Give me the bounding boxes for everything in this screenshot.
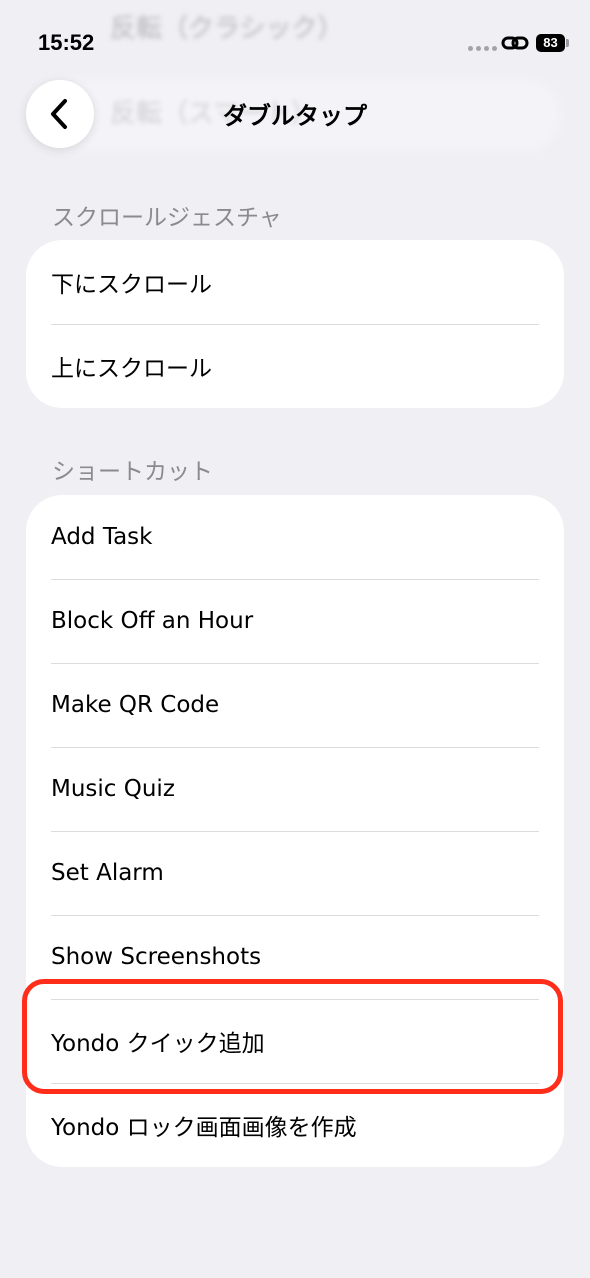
list-item-scroll-up[interactable]: 上にスクロール bbox=[26, 324, 564, 408]
battery-tip bbox=[566, 39, 569, 47]
list-item-label: 下にスクロール bbox=[51, 272, 212, 298]
list-item-label: Yondo ロック画面画像を作成 bbox=[51, 1115, 357, 1141]
page-title: ダブルタップ bbox=[223, 102, 367, 130]
highlight-box bbox=[22, 979, 563, 1094]
shortcut-item[interactable]: Set Alarm bbox=[26, 831, 564, 915]
status-bar: 15:52 83 bbox=[0, 0, 590, 72]
list-item-label: Show Screenshots bbox=[51, 944, 262, 970]
list-item-label: 上にスクロール bbox=[51, 356, 212, 382]
list-item-label: Music Quiz bbox=[51, 776, 175, 802]
status-time: 15:52 bbox=[38, 30, 95, 55]
shortcut-item[interactable]: Music Quiz bbox=[26, 747, 564, 831]
list-item-label: Block Off an Hour bbox=[51, 608, 254, 634]
list-item-label: Set Alarm bbox=[51, 860, 164, 886]
shortcut-item[interactable]: Make QR Code bbox=[26, 663, 564, 747]
battery-icon: 83 bbox=[536, 34, 565, 52]
scroll-gesture-list: 下にスクロール 上にスクロール bbox=[26, 240, 564, 408]
shortcut-item[interactable]: Add Task bbox=[26, 495, 564, 579]
section-header-scroll: スクロールジェスチャ bbox=[52, 205, 282, 231]
section-header-shortcuts: ショートカット bbox=[52, 459, 213, 485]
list-item-scroll-down[interactable]: 下にスクロール bbox=[26, 240, 564, 324]
list-item-label: Make QR Code bbox=[51, 692, 220, 718]
cellular-dots-icon bbox=[468, 46, 497, 51]
shortcut-item[interactable]: Block Off an Hour bbox=[26, 579, 564, 663]
personal-hotspot-link-icon bbox=[501, 36, 529, 50]
shortcut-item[interactable]: Yondo ロック画面画像を作成 bbox=[26, 1083, 564, 1167]
list-item-label: Add Task bbox=[51, 524, 153, 550]
